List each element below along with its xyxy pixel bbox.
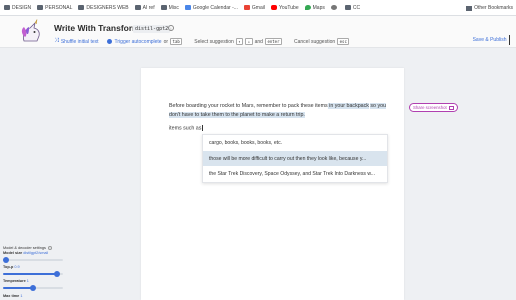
top-p-row: Top-p 0.9 [3,265,20,269]
editor-current-line[interactable]: items such as [169,125,203,131]
maps-icon [304,5,311,10]
model-size-label: Model size [3,251,23,255]
slider-knob[interactable] [3,257,9,263]
esc-key: esc [337,38,350,45]
and-text: and [254,38,263,45]
suggestion-item[interactable]: the Star Trek Discovery, Space Odyssey, … [203,166,387,182]
top-p-slider[interactable] [3,271,63,277]
model-settings-panel: Model & decoder settings Model size dist… [0,244,70,300]
trigger-autocomplete-link[interactable]: Trigger autocomplete [115,39,162,45]
info-icon[interactable]: i [168,25,174,31]
text-cursor-icon [508,35,510,45]
settings-title: Model & decoder settings [3,246,46,250]
model-size-value: distilgpt2/small [23,251,49,255]
top-p-value: 0.9 [14,265,20,269]
screenshot-icon [448,105,454,110]
max-time-value: 1 [20,294,23,298]
folder-icon [37,5,44,10]
bookmark-gmail[interactable]: Gmail [243,5,265,11]
autocomplete-icon [106,39,112,44]
bookmark-misc[interactable]: Misc [160,5,179,11]
folder-icon [160,5,167,10]
up-key: ↑ [235,38,244,45]
cancel-suggestion-label: Cancel suggestion [294,38,336,45]
max-time-label: Max time [3,294,20,298]
bookmark-google-calendar[interactable]: Google Calendar -... [184,5,238,11]
shuffle-icon: ⤨ [54,38,59,44]
save-publish-label: Save & Publish [472,37,507,43]
shuffle-link[interactable]: Shuffle initial text [61,39,99,45]
folder-icon [466,5,473,11]
max-time-row: Max time 1 [3,294,22,298]
bookmark-ai-ref[interactable]: AI ref [134,5,155,11]
or-text: or [163,38,169,45]
temperature-label: Temperature [3,279,26,283]
slider-fill [3,287,33,289]
share-screenshot-button[interactable]: Share screenshot [409,103,458,112]
shortcut-row: ⤨ Shuffle initial text Trigger autocompl… [54,38,351,45]
text-caret [202,125,203,131]
folder-icon [4,5,10,10]
bookmarks-bar: DESIGN PERSONAL DESIGNERS WEB AI ref Mis… [0,0,516,16]
tab-key: tab [170,38,183,45]
generated-text: in your backpack [327,103,369,109]
settings-header: Model & decoder settings [3,246,52,250]
suggestion-item[interactable]: cargo, books, books, books, etc. [203,135,387,151]
bookmark-designers-web[interactable]: DESIGNERS WEB [78,5,129,11]
slider-knob[interactable] [54,271,60,277]
settings-info-icon[interactable] [47,246,52,250]
top-p-label: Top-p [3,265,14,269]
editor-paragraph[interactable]: Before boarding your rocket to Mars, rem… [169,102,389,119]
editor-text: Before boarding your rocket to Mars, rem… [169,103,328,109]
model-name-badge: distil-gpt2 [133,25,171,33]
temperature-value: 1 [26,279,29,283]
temperature-row: Temperature 1 [3,279,29,283]
other-bookmarks[interactable]: Other Bookmarks [466,0,516,15]
unicorn-logo-icon [21,19,40,42]
model-size-slider[interactable] [3,257,63,263]
enter-key: enter [264,38,282,45]
bookmark-globe[interactable] [330,5,339,10]
save-publish-button[interactable]: Save & Publish [473,35,510,45]
bookmark-cc[interactable]: CC [344,5,360,11]
folder-icon [78,5,85,10]
down-key: ↓ [245,38,253,45]
folder-icon [134,5,141,10]
gmail-icon [243,5,250,10]
bookmark-personal[interactable]: PERSONAL [37,5,72,11]
bookmark-design[interactable]: DESIGN [4,5,31,11]
select-suggestion-label: Select suggestion [194,38,234,45]
globe-icon [330,5,337,10]
suggestions-dropdown: cargo, books, books, books, etc. those w… [202,134,388,183]
slider-knob[interactable] [30,285,36,291]
suggestion-item-selected[interactable]: those will be more difficult to carry ou… [203,150,387,167]
folder-icon [344,5,351,10]
app-header: Write With Transformer distil-gpt2 i ⤨ S… [0,16,516,48]
model-size-row: Model size distilgpt2/small [3,251,48,255]
share-screenshot-label: Share screenshot [413,105,447,110]
temperature-slider[interactable] [3,285,63,291]
editor-current-text: items such as [169,125,202,132]
bookmark-maps[interactable]: Maps [304,5,325,11]
bookmark-youtube[interactable]: YouTube [270,5,299,11]
calendar-icon [184,5,191,10]
slider-fill [3,273,57,275]
youtube-icon [270,5,277,10]
